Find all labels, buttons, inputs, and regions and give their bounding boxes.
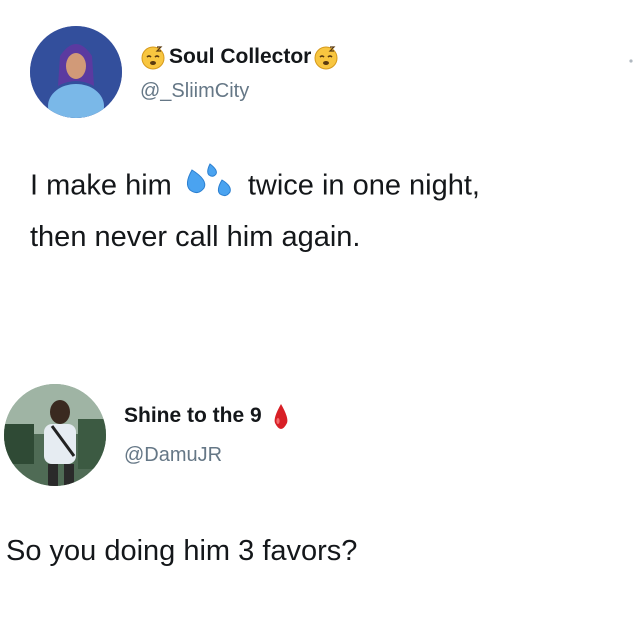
author-name-row[interactable]: Shine to the 9 [124, 402, 290, 430]
drop-of-blood-icon [272, 402, 290, 430]
author-display-name[interactable]: Soul Collector [169, 45, 311, 69]
author-name-row[interactable]: Soul Collector [140, 44, 339, 70]
tweet-text: I make him twice in one night, then neve… [30, 160, 630, 260]
original-tweet: Soul Collector @_SliimCity I make him tw… [0, 0, 640, 300]
author-display-name[interactable]: Shine to the 9 [124, 404, 262, 428]
avatar-image [30, 26, 122, 118]
reply-tweet: Shine to the 9 @DamuJR So you doing him … [0, 360, 640, 628]
avatar-image [4, 384, 106, 486]
tweet-text-line-2: then never call him again. [30, 221, 361, 253]
tweet-text-line-1: I make him twice in one night, [30, 160, 630, 214]
sleepy-face-icon [313, 44, 339, 70]
more-options-icon[interactable] [628, 55, 634, 73]
author-handle[interactable]: @_SliimCity [140, 80, 249, 103]
sleepy-face-icon [140, 44, 166, 70]
reply-text: So you doing him 3 favors? [6, 535, 358, 567]
avatar[interactable] [4, 384, 106, 486]
avatar[interactable] [30, 26, 122, 118]
author-handle[interactable]: @DamuJR [124, 444, 222, 467]
sweat-droplets-icon [182, 160, 238, 214]
